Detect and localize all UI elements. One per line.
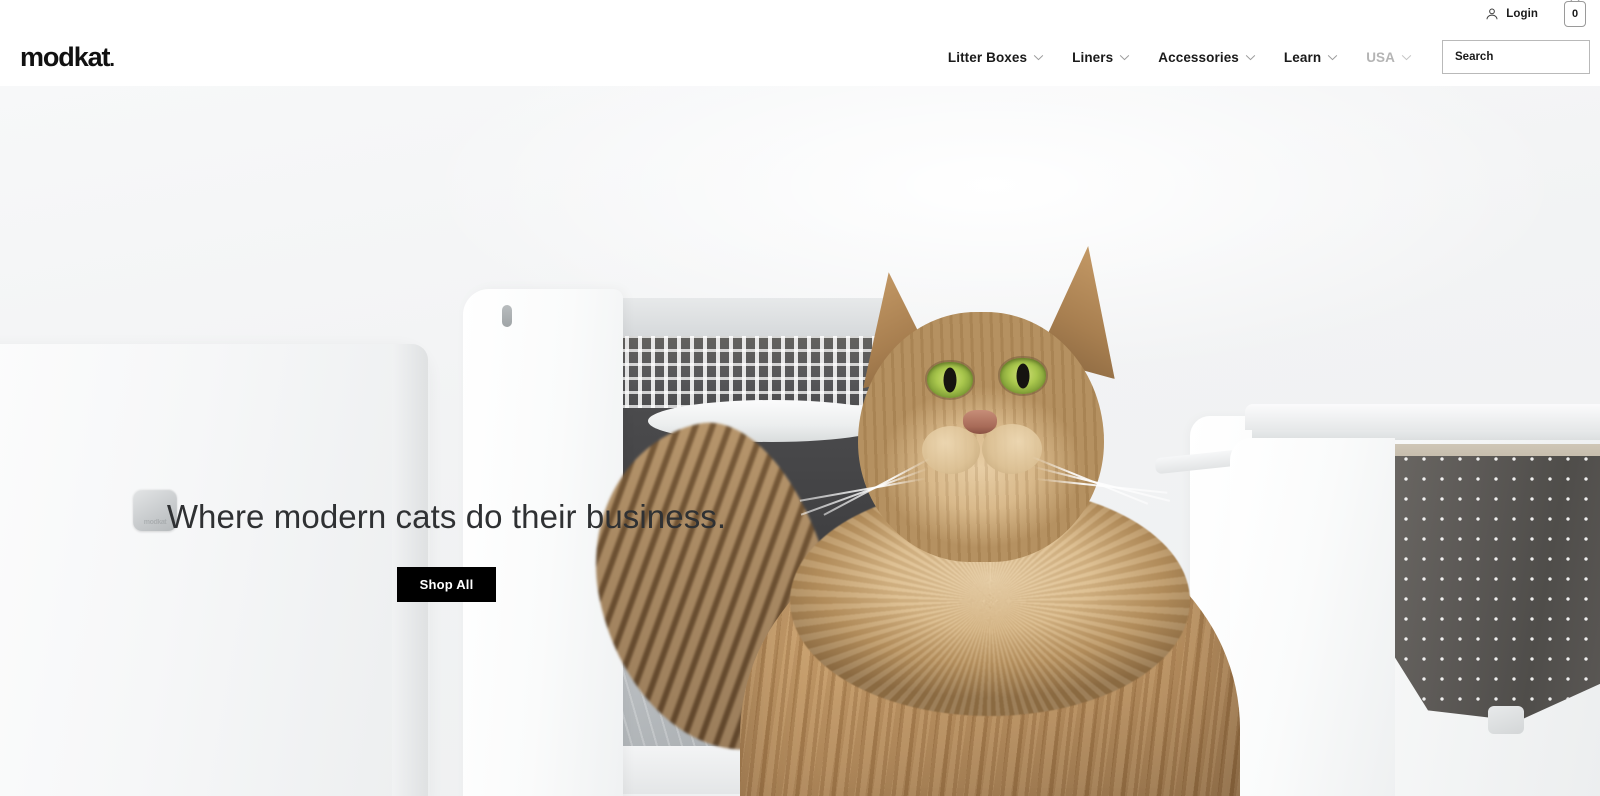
hero-photo: modkat: [0, 86, 1600, 796]
nav-label: Accessories: [1158, 49, 1239, 65]
login-label: Login: [1506, 8, 1538, 20]
nav-label: USA: [1366, 49, 1395, 65]
cat-eye-left: [927, 362, 973, 398]
litter-box-right-liner: [1385, 456, 1600, 721]
brand-logo-mark: .: [109, 48, 115, 71]
litter-box-right-front-panel: [1230, 438, 1395, 796]
litter-box-center-latch: [502, 305, 512, 327]
cat-pupil-right: [1016, 363, 1030, 389]
litter-box-right-handle: [1488, 706, 1524, 734]
nav-item-accessories[interactable]: Accessories: [1144, 50, 1270, 65]
nav-item-region-usa[interactable]: USA: [1352, 50, 1426, 65]
cat-eye-right: [1000, 358, 1046, 394]
utility-actions: Login 0: [1485, 0, 1592, 27]
cat-head: [858, 312, 1104, 562]
chevron-down-icon: [1401, 54, 1412, 61]
search-input[interactable]: [1455, 51, 1600, 63]
nav-item-litter-boxes[interactable]: Litter Boxes: [934, 50, 1058, 65]
login-link[interactable]: Login: [1485, 7, 1538, 21]
utility-bar: Login 0: [0, 0, 1600, 28]
user-icon: [1485, 7, 1499, 21]
nav-label: Liners: [1072, 49, 1114, 65]
litter-box-right-lid-rail: [1245, 404, 1600, 430]
shop-all-button[interactable]: Shop All: [396, 566, 497, 602]
hero-copy: Where modern cats do their business. Sho…: [0, 494, 893, 602]
litter-box-center-grate: [612, 336, 902, 408]
nav-item-learn[interactable]: Learn: [1270, 50, 1352, 65]
nav-label: Litter Boxes: [947, 49, 1028, 65]
chevron-down-icon: [1033, 54, 1044, 61]
nav-item-liners[interactable]: Liners: [1058, 50, 1144, 65]
cat-muzzle-left: [922, 426, 980, 474]
site-header: modkat. Litter Boxes Liners Accessories: [0, 28, 1600, 86]
search-box[interactable]: [1442, 40, 1600, 74]
hero-banner: modkat Where modern cats do their busine…: [0, 86, 1600, 796]
cat-nose: [963, 410, 997, 434]
litter-box-center-lid-rail: [600, 298, 900, 336]
brand-logo[interactable]: modkat.: [20, 41, 115, 72]
nav-label: Learn: [1283, 49, 1322, 65]
cart-count: 0: [1571, 7, 1579, 20]
brand-logo-text: modkat: [20, 41, 111, 72]
cat-pupil-left: [943, 367, 957, 393]
chevron-down-icon: [1327, 54, 1338, 61]
cart-button[interactable]: 0: [1564, 0, 1586, 27]
chevron-down-icon: [1119, 54, 1130, 61]
header-right: Litter Boxes Liners Accessories Learn US…: [934, 40, 1600, 74]
hero-headline: Where modern cats do their business.: [166, 498, 727, 535]
chevron-down-icon: [1245, 54, 1256, 61]
primary-nav: Litter Boxes Liners Accessories Learn US…: [934, 50, 1426, 65]
